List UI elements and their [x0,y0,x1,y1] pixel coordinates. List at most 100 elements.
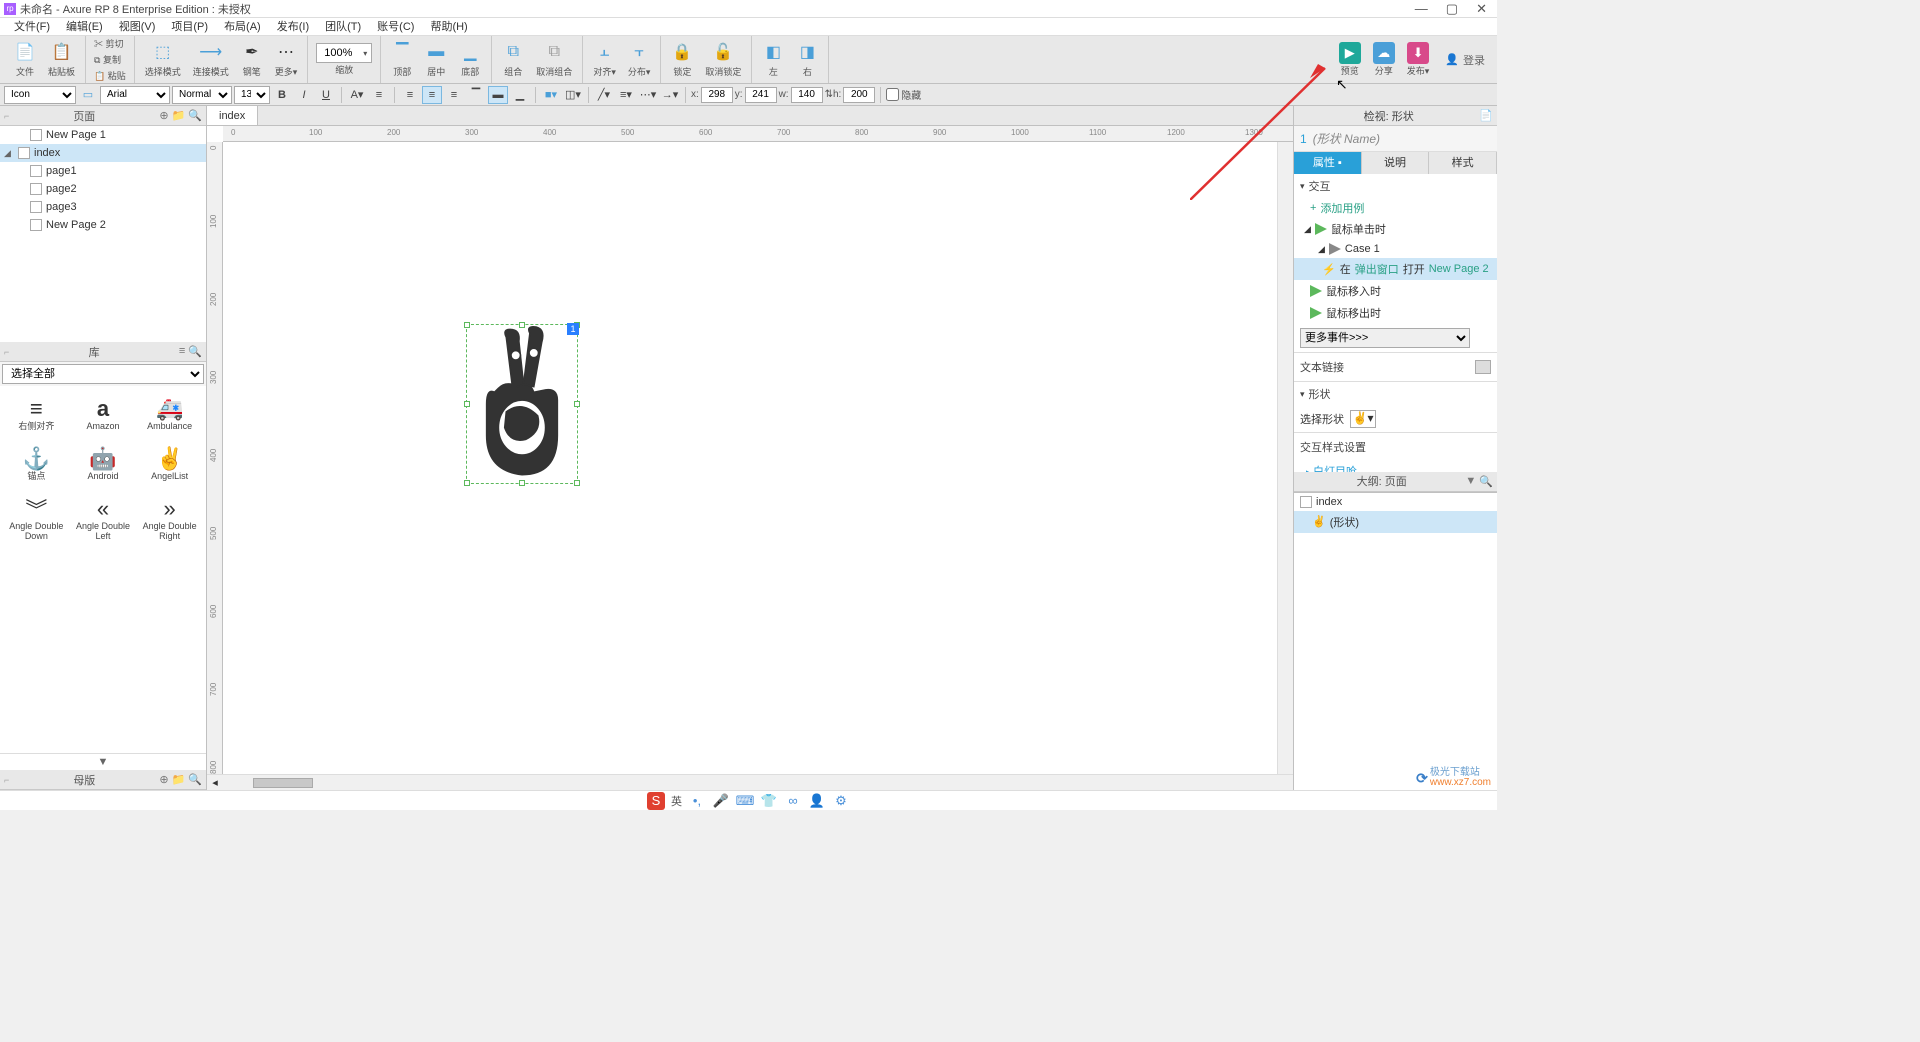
menu-account[interactable]: 账号(C) [369,18,422,35]
bullets-button[interactable]: ≡ [369,86,389,104]
shape-picker-button[interactable]: ✌▾ [1350,410,1376,428]
line-color-button[interactable]: ╱▾ [594,86,614,104]
ime-lang[interactable]: 英 [671,793,682,809]
ime-icon-6[interactable]: 👤 [808,792,826,810]
footnote-badge[interactable]: 1 [567,323,579,335]
tree-item-page1[interactable]: page1 [0,162,206,180]
selected-shape-peace-hand[interactable]: 1 [466,324,578,484]
canvas-hscrollbar[interactable]: ◂ [207,774,1293,790]
library-select[interactable]: 选择全部 [2,364,204,384]
align-right-button[interactable]: ≡ [444,86,464,104]
lib-item-angellist[interactable]: ✌AngelList [137,440,202,488]
master-folder-icon[interactable]: 📁 [172,773,186,786]
pen-button[interactable]: ✒钢笔 [235,39,269,80]
more-button[interactable]: ⋯更多▾ [269,39,304,80]
align-top-button[interactable]: ▔顶部 [385,39,419,80]
case-action[interactable]: ⚡在 弹出窗口 打开 New Page 2 [1294,258,1497,280]
hidden-checkbox[interactable]: 隐藏 [886,87,921,102]
lib-item-align-right[interactable]: ≡右侧对齐 [4,390,69,438]
lock-button[interactable]: 🔒锁定 [665,39,699,80]
valign-top-button[interactable]: ▔ [466,86,486,104]
ime-icon-7[interactable]: ⚙ [832,792,850,810]
text-color-button[interactable]: A▾ [347,86,367,104]
section-interactions[interactable]: ▾交互 [1294,174,1497,198]
event-onclick[interactable]: ◢鼠标单击时 [1294,218,1497,240]
ime-icon-2[interactable]: 🎤 [712,792,730,810]
publish-button[interactable]: ⬇发布▾ [1403,42,1434,77]
lib-item-ambulance[interactable]: 🚑Ambulance [137,390,202,438]
zoom-value[interactable] [317,44,359,62]
section-shape[interactable]: ▾形状 [1294,381,1497,406]
master-search-icon[interactable]: 🔍 [188,773,202,786]
valign-bottom-button[interactable]: ▁ [510,86,530,104]
h-input[interactable] [843,87,875,103]
outline-item-shape[interactable]: ✌(形状) [1294,511,1497,533]
align-left-button[interactable]: ≡ [400,86,420,104]
ime-icon-4[interactable]: 👕 [760,792,778,810]
select-mode-button[interactable]: ⬚选择模式 [139,39,187,80]
lib-item-amazon[interactable]: aAmazon [71,390,136,438]
tree-item-page2[interactable]: page2 [0,180,206,198]
unlock-button[interactable]: 🔓取消锁定 [699,39,747,80]
align-bottom-button[interactable]: ▁底部 [453,39,487,80]
maximize-button[interactable]: ▢ [1446,1,1458,17]
more-events-select[interactable]: 更多事件>>> [1300,328,1470,348]
sogou-ime-icon[interactable]: S [647,792,665,810]
menu-project[interactable]: 项目(P) [163,18,216,35]
italic-button[interactable]: I [294,86,314,104]
lib-item-anchor[interactable]: ⚓锚点 [4,440,69,488]
text-link-button[interactable] [1475,360,1491,374]
x-input[interactable] [701,87,733,103]
cut-button[interactable]: ✂ 剪切 [92,36,128,51]
tree-item-new-page-2[interactable]: New Page 2 [0,216,206,234]
line-style-button[interactable]: ⋯▾ [638,86,658,104]
clipboard-button[interactable]: 📋粘贴板 [42,39,81,80]
interaction-style-item[interactable]: ▸ 白灯目呛 [1294,461,1497,472]
lib-search-icon[interactable]: 🔍 [188,345,202,358]
arrow-button[interactable]: →▾ [660,86,680,104]
align-dropdown[interactable]: ⫠对齐▾ [587,39,622,80]
dock-left-button[interactable]: ◧左 [756,39,790,80]
add-master-icon[interactable]: ⊕ [159,773,168,786]
ime-icon-3[interactable]: ⌨ [736,792,754,810]
menu-publish[interactable]: 发布(I) [269,18,317,35]
shape-preset-select[interactable]: Icon [4,86,76,104]
outer-shadow-button[interactable]: ◫▾ [563,86,583,104]
tab-index[interactable]: index [207,106,258,125]
align-center-button[interactable]: ≡ [422,86,442,104]
tab-properties[interactable]: 属性 ▪ [1294,152,1362,174]
canvas[interactable]: 1 [223,142,1277,774]
menu-edit[interactable]: 编辑(E) [58,18,111,35]
line-width-button[interactable]: ≡▾ [616,86,636,104]
canvas-vscrollbar[interactable] [1277,142,1293,774]
inspector-page-icon[interactable]: 📄 [1479,109,1493,122]
lib-more-icon[interactable]: ▼ [0,753,206,770]
share-button[interactable]: ☁分享 [1369,42,1399,77]
lib-menu-icon[interactable]: ≡ [179,345,185,358]
align-middle-button[interactable]: ▬居中 [419,39,453,80]
menu-layout[interactable]: 布局(A) [216,18,269,35]
font-select[interactable]: Arial [100,86,170,104]
menu-team[interactable]: 团队(T) [317,18,369,35]
lib-item-angle-double-down[interactable]: ︾Angle Double Down [4,490,69,548]
minimize-button[interactable]: — [1415,1,1428,17]
lib-item-angle-double-right[interactable]: »Angle Double Right [137,490,202,548]
paste-button[interactable]: 📋 粘贴 [92,68,128,83]
case-1[interactable]: ◢Case 1 [1294,240,1497,258]
file-button[interactable]: 📄文件 [8,39,42,80]
size-select[interactable]: 13 [234,86,270,104]
y-input[interactable] [745,87,777,103]
tree-item-page3[interactable]: page3 [0,198,206,216]
shape-dropdown-icon[interactable]: ▭ [78,86,98,104]
ungroup-button[interactable]: ⧉取消组合 [530,39,578,80]
ime-icon-5[interactable]: ∞ [784,792,802,810]
ime-icon-1[interactable]: •, [688,792,706,810]
add-page-icon[interactable]: ⊕ [159,109,168,122]
outline-search-icon[interactable]: 🔍 [1479,475,1493,488]
menu-view[interactable]: 视图(V) [111,18,164,35]
fill-color-button[interactable]: ■▾ [541,86,561,104]
tree-item-index[interactable]: ◢index [0,144,206,162]
preview-button[interactable]: ▶预览 [1335,42,1365,77]
dock-right-button[interactable]: ◨右 [790,39,824,80]
event-onmouseenter[interactable]: 鼠标移入时 [1294,280,1497,302]
